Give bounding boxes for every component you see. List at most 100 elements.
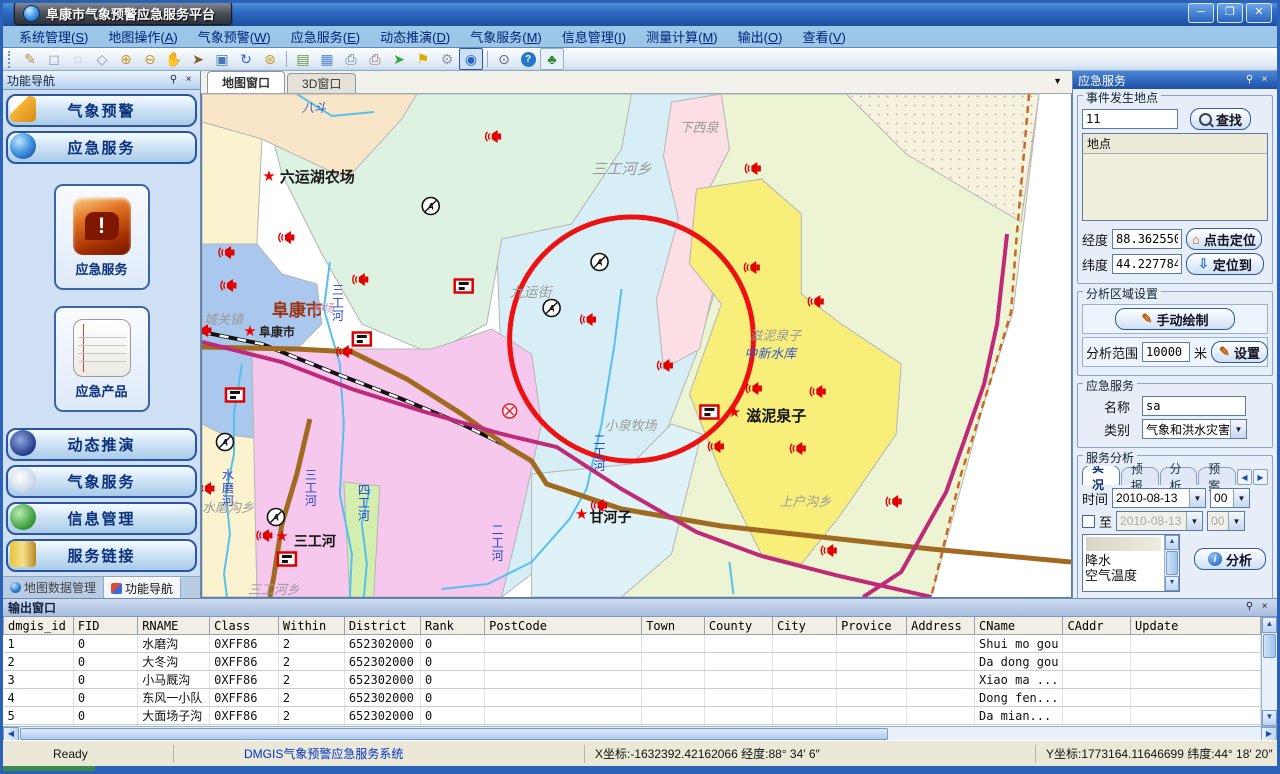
to-hour-select[interactable]: 00 ▼ — [1207, 511, 1245, 531]
gas-marker[interactable] — [700, 406, 718, 419]
to-date-select[interactable]: 2010-08-13 ▼ — [1116, 511, 1203, 531]
left-panel-close-icon[interactable]: × — [181, 74, 196, 87]
gas-marker[interactable] — [226, 389, 244, 402]
right-panel-close-icon[interactable]: × — [1257, 74, 1272, 87]
column-header-City[interactable]: City — [772, 617, 836, 635]
map-tab-3d[interactable]: 3D窗口 — [287, 73, 356, 93]
select-rect-icon[interactable]: ◻ — [42, 48, 66, 70]
latitude-input[interactable] — [1112, 254, 1182, 274]
table-row[interactable]: 50大面场子沟0XFF8626523020000Da mian... — [4, 707, 1261, 725]
zoom-in-icon[interactable]: ⊕ — [114, 48, 138, 70]
menu-info[interactable]: 信息管理(I) — [552, 24, 636, 49]
scroll-left-icon[interactable]: ◀ — [3, 727, 19, 741]
scroll-right-icon[interactable]: ▶ — [1261, 727, 1277, 741]
combo-arrow-icon[interactable]: ▼ — [1189, 489, 1205, 507]
column-header-Update[interactable]: Update — [1131, 617, 1261, 635]
zoom-scale-icon[interactable]: ⊛ — [258, 48, 282, 70]
menu-map-op[interactable]: 地图操作(A) — [98, 24, 187, 49]
pointer-icon[interactable]: ➤ — [186, 48, 210, 70]
scroll-up-icon[interactable]: ▲ — [1165, 535, 1179, 550]
table-row[interactable]: 10水磨沟0XFF8626523020000Shui mo gou — [4, 635, 1261, 653]
table-row[interactable]: 20大冬沟0XFF8626523020000Da dong gou — [4, 653, 1261, 671]
factor-listbox[interactable]: 降水空气温度 ▲ ▼ — [1082, 534, 1180, 592]
scroll-thumb[interactable] — [20, 728, 888, 740]
map-canvas[interactable]: AAAAA★★★★★六运湖农场三工河乡下西泉九运街阜康市城关镇阜康市种场滋泥泉子… — [201, 94, 1072, 598]
goto-location-button[interactable]: ⇩ 定位到 — [1186, 253, 1264, 275]
sidebar-group-weather-warning[interactable]: 气象预警 — [6, 94, 197, 127]
analyze-button[interactable]: i 分析 — [1194, 548, 1266, 570]
star-marker[interactable]: ★ — [275, 528, 288, 545]
menu-view[interactable]: 查看(V) — [792, 24, 855, 49]
station-marker[interactable]: A — [267, 509, 284, 526]
table-horizontal-scrollbar[interactable]: ◀ ▶ — [3, 726, 1277, 741]
click-locate-button[interactable]: ⌂ 点击定位 — [1186, 228, 1262, 250]
globe-tool-icon[interactable]: ◉ — [459, 48, 483, 70]
combo-arrow-icon[interactable]: ▼ — [1233, 489, 1249, 507]
sidebar-group-dynamic-deduction[interactable]: 动态推演 — [6, 428, 197, 461]
output-pin-icon[interactable]: ⚲ — [1242, 601, 1257, 614]
star-marker[interactable]: ★ — [575, 506, 588, 523]
marker-pin-icon[interactable]: ⚑ — [411, 48, 435, 70]
scroll-thumb[interactable] — [1263, 634, 1276, 658]
table-row[interactable]: 40东风一小队0XFF8626523020000Dong fen... — [4, 689, 1261, 707]
table-row[interactable]: 30小马厩沟0XFF8626523020000Xiao ma ... — [4, 671, 1261, 689]
analysis-range-input[interactable] — [1142, 342, 1190, 362]
analysis-tab-3[interactable]: 预案 — [1198, 467, 1236, 485]
menu-deduction[interactable]: 动态推演(D) — [370, 24, 460, 49]
menu-measure[interactable]: 测量计算(M) — [636, 24, 728, 49]
station-marker[interactable]: A — [591, 254, 608, 271]
combo-arrow-icon[interactable]: ▼ — [1228, 512, 1244, 530]
location-search-input[interactable] — [1082, 109, 1178, 129]
star-marker[interactable]: ★ — [728, 404, 741, 421]
service-name-input[interactable] — [1142, 396, 1246, 416]
eye-icon[interactable]: ⊙ — [492, 48, 516, 70]
longitude-input[interactable] — [1112, 229, 1182, 249]
restore-button[interactable]: ❐ — [1217, 3, 1243, 23]
scroll-down-icon[interactable]: ▼ — [1165, 576, 1179, 591]
combo-arrow-icon[interactable]: ▼ — [1230, 420, 1246, 438]
scroll-thumb[interactable] — [1166, 551, 1178, 575]
station-marker[interactable]: A — [422, 198, 439, 215]
menu-weather[interactable]: 气象服务(M) — [460, 24, 552, 49]
emergency-alert-button[interactable]: !应急服务 — [54, 184, 150, 290]
output-close-icon[interactable]: × — [1257, 601, 1272, 614]
column-header-CAddr[interactable]: CAddr — [1063, 617, 1131, 635]
layers-icon[interactable]: ▤ — [291, 48, 315, 70]
help-icon[interactable]: ? — [516, 48, 540, 70]
sidebar-group-weather-service[interactable]: 气象服务 — [6, 465, 197, 498]
select-poly-icon[interactable]: ◇ — [90, 48, 114, 70]
sidebar-group-emergency-globe[interactable]: 应急服务 — [6, 131, 197, 164]
sidebar-group-info-management[interactable]: 信息管理 — [6, 502, 197, 535]
column-header-FID[interactable]: FID — [73, 617, 137, 635]
scroll-up-icon[interactable]: ▲ — [1262, 617, 1277, 633]
menu-emergency[interactable]: 应急服务(E) — [281, 24, 370, 49]
analysis-tab-0[interactable]: 实况 — [1082, 465, 1120, 485]
map-tab-dropdown-icon[interactable]: ▼ — [1053, 76, 1062, 86]
gas-marker[interactable] — [278, 553, 296, 566]
column-header-CName[interactable]: CName — [974, 617, 1062, 635]
settings-icon[interactable]: ⚙ — [435, 48, 459, 70]
left-tab-function-nav[interactable]: 功能导航 — [104, 577, 181, 598]
menu-output[interactable]: 输出(O) — [728, 24, 793, 49]
column-header-Class[interactable]: Class — [210, 617, 279, 635]
scroll-down-icon[interactable]: ▼ — [1262, 710, 1277, 726]
legend-icon[interactable]: ♣ — [540, 48, 564, 70]
green-arrow-icon[interactable]: ➤ — [387, 48, 411, 70]
map-tab-2d[interactable]: 地图窗口 — [207, 71, 285, 93]
left-tab-map-data[interactable]: 地图数据管理 — [3, 577, 104, 598]
column-header-RNAME[interactable]: RNAME — [138, 617, 210, 635]
minimize-button[interactable]: ─ — [1188, 3, 1214, 23]
column-header-Rank[interactable]: Rank — [421, 617, 485, 635]
analysis-tab-1[interactable]: 预报 — [1121, 467, 1159, 485]
combo-arrow-icon[interactable]: ▼ — [1186, 512, 1202, 530]
column-header-dmgis_id[interactable]: dmgis_id — [4, 617, 74, 635]
menu-warning[interactable]: 气象预警(W) — [188, 24, 281, 49]
column-header-Address[interactable]: Address — [907, 617, 975, 635]
menu-system[interactable]: 系统管理(S) — [9, 24, 98, 49]
factor-item[interactable]: 降水 — [1083, 553, 1164, 568]
tabs-scroll-left-icon[interactable]: ◀ — [1237, 469, 1252, 485]
gas-marker[interactable] — [353, 333, 371, 346]
location-list-body[interactable] — [1083, 154, 1267, 220]
factor-item[interactable]: 空气温度 — [1083, 568, 1164, 583]
toolbar-grip[interactable] — [8, 51, 15, 68]
